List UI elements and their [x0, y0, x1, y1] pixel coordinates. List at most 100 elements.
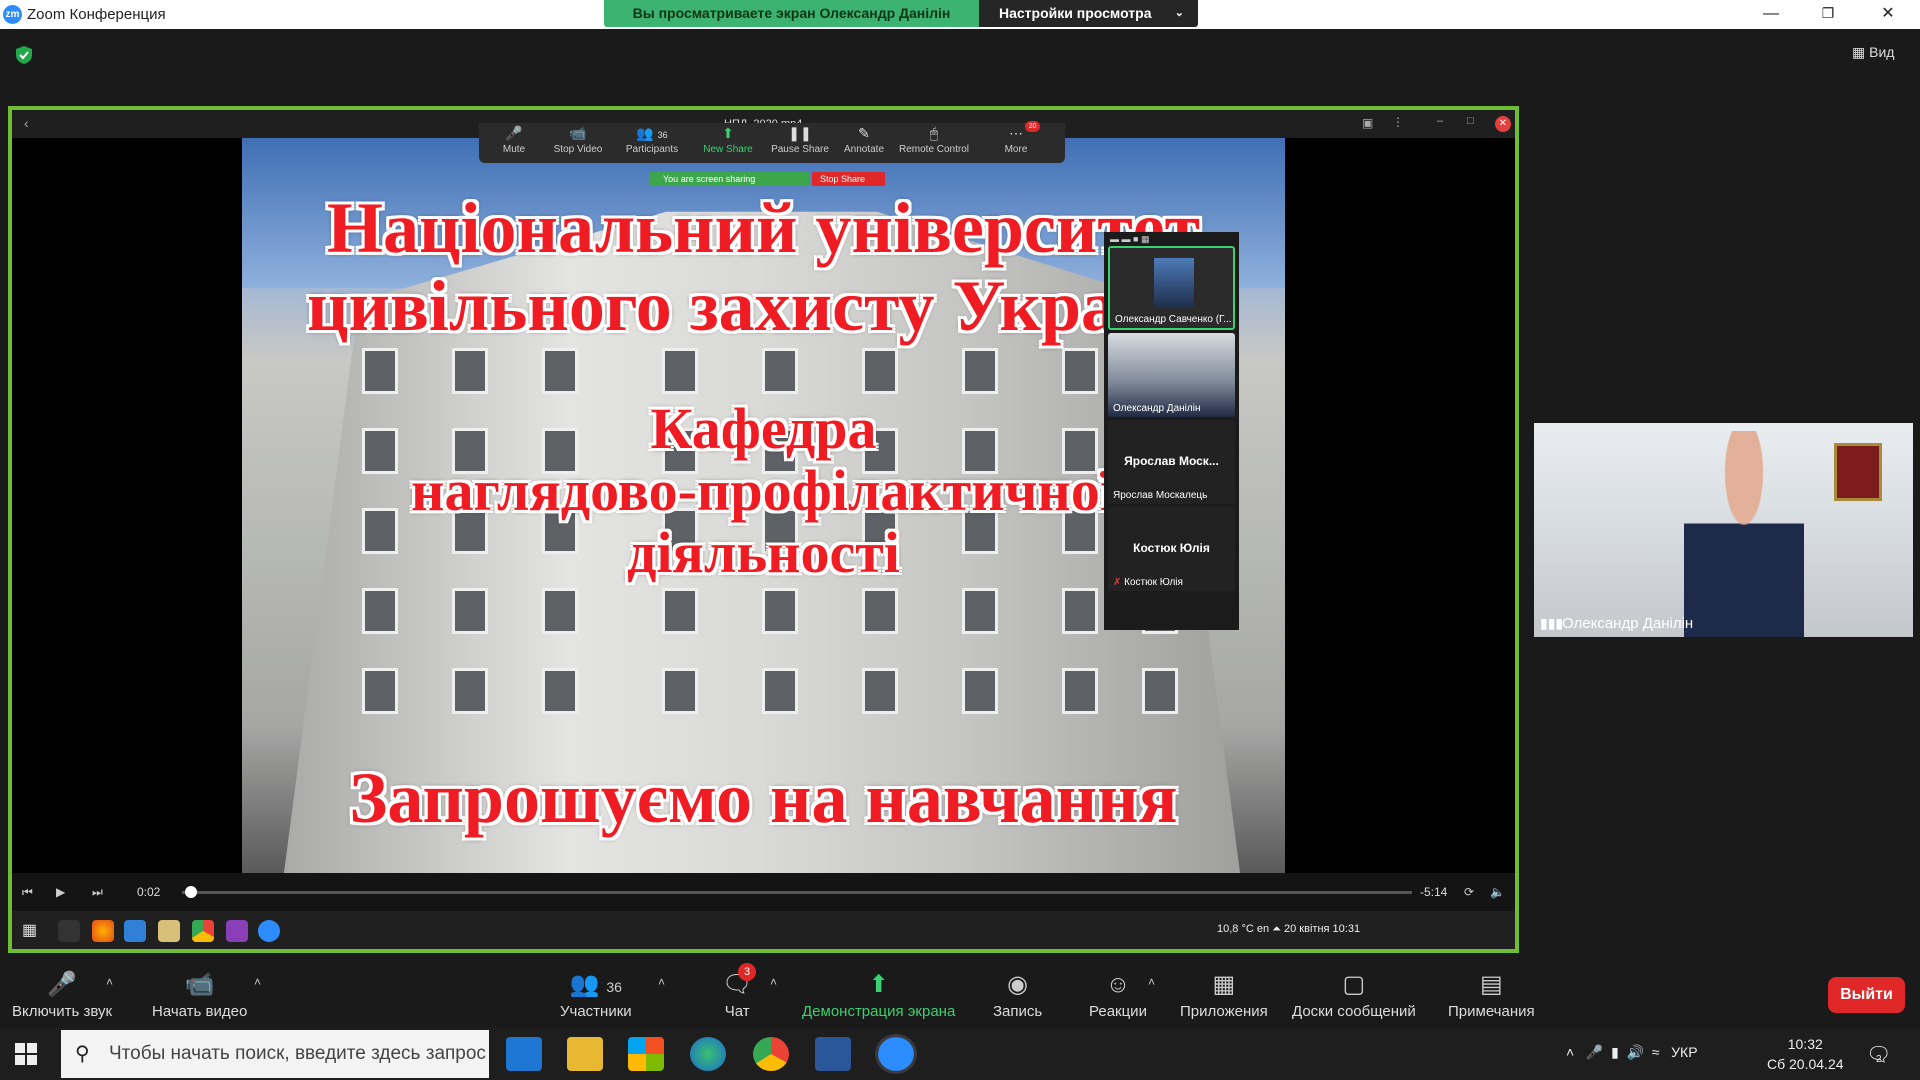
tb-pause-share-button[interactable]: ❚❚ Pause Share	[765, 123, 835, 155]
speaker-icon[interactable]: 🔊	[1627, 1044, 1644, 1060]
view-toggle-button[interactable]: ▦ Вид	[1852, 44, 1894, 61]
kebab-icon[interactable]: ⋮	[1392, 115, 1404, 129]
seek-knob[interactable]	[185, 886, 198, 898]
participants-icon: 👥 36	[636, 125, 668, 141]
self-video-tile[interactable]: ▮▮▮ Олександр Данілін	[1534, 423, 1913, 637]
participant-title: Костюк Юлія	[1133, 541, 1210, 555]
language-indicator[interactable]: УКР	[1671, 1044, 1697, 1060]
participant-tile[interactable]: Олександр Савченко (Г...	[1108, 246, 1235, 330]
participants-label: Участники	[560, 1003, 632, 1020]
building-window	[662, 588, 698, 634]
close-button[interactable]: ✕	[1865, 0, 1911, 29]
tb-participants-count: 36	[657, 130, 668, 140]
microphone-tray-icon[interactable]: 🎤	[1586, 1044, 1603, 1060]
building-window	[542, 668, 578, 714]
store-icon[interactable]	[628, 1037, 664, 1071]
screen-sharing-status: You are screen sharing	[649, 172, 809, 186]
popout-icon[interactable]: ▣	[1362, 116, 1373, 130]
view-options-button[interactable]: Настройки просмотра ⌄	[979, 0, 1198, 27]
record-button[interactable]: ◉ Запись	[993, 967, 1042, 1020]
folder-icon[interactable]	[158, 920, 180, 942]
notes-button[interactable]: ▤ Примечания	[1448, 967, 1535, 1020]
chat-chevron-icon[interactable]: ˄	[770, 975, 777, 989]
minimize-button[interactable]: —	[1748, 0, 1794, 29]
pen-icon: ✎	[858, 125, 870, 141]
task-view-icon[interactable]	[58, 920, 80, 942]
share-icon: ⬆	[722, 125, 734, 141]
reactions-chevron-icon[interactable]: ˄	[1148, 975, 1155, 989]
apps-button[interactable]: ▦ Приложения	[1180, 967, 1268, 1020]
leave-button[interactable]: Выйти	[1828, 977, 1905, 1013]
clock-date: Сб 20.04.24	[1767, 1056, 1844, 1072]
remote-restore-icon[interactable]: □	[1467, 115, 1474, 127]
tb-mute-button[interactable]: 🎤 Mute	[479, 123, 549, 155]
building-window	[862, 348, 898, 394]
skip-forward-icon[interactable]: ⏭	[92, 885, 103, 900]
share-screen-button[interactable]: ⬆ Демонстрация экрана	[802, 967, 955, 1020]
word-icon[interactable]	[815, 1037, 851, 1071]
video-player-icon[interactable]	[226, 920, 248, 942]
building-window	[362, 588, 398, 634]
volume-icon[interactable]: 🔈	[1490, 885, 1505, 899]
participant-tile[interactable]: Костюк Юлія ✗ Костюк Юлія	[1108, 507, 1235, 591]
building-window	[1062, 348, 1098, 394]
tb-remote-control-button[interactable]: 🖱 Remote Control	[894, 123, 974, 155]
tb-stop-video-button[interactable]: 📹 Stop Video	[543, 123, 613, 155]
whiteboard-icon: ▢	[1342, 971, 1366, 998]
participant-tile[interactable]: Ярослав Моск... Ярослав Москалець	[1108, 420, 1235, 504]
reactions-icon: ☺	[1105, 971, 1131, 998]
shield-icon[interactable]	[14, 45, 34, 65]
whiteboards-button[interactable]: ▢ Доски сообщений	[1292, 967, 1416, 1020]
reactions-button[interactable]: ☺ Реакции	[1089, 967, 1147, 1020]
tb-new-share-button[interactable]: ⬆ New Share	[693, 123, 763, 155]
building-window	[1142, 668, 1178, 714]
taskbar-clock[interactable]: 10:32 Сб 20.04.24	[1767, 1034, 1844, 1074]
unmute-label: Включить звук	[12, 1003, 113, 1020]
tb-participants-button[interactable]: 👥 36 Participants	[617, 123, 687, 155]
play-icon[interactable]: ▶	[56, 885, 65, 899]
participants-chevron-icon[interactable]: ˄	[658, 975, 665, 989]
taskbar-search[interactable]: ⚲ Чтобы начать поиск, введите здесь запро…	[61, 1030, 489, 1078]
back-icon[interactable]: ‹	[24, 115, 29, 131]
mail-app-icon[interactable]	[506, 1037, 542, 1071]
chrome-icon[interactable]	[192, 920, 214, 942]
firefox-icon[interactable]	[92, 920, 114, 942]
participants-count: 36	[606, 979, 622, 995]
video-chevron-icon[interactable]: ˄	[254, 975, 261, 989]
zoom-taskbar-icon[interactable]	[875, 1034, 917, 1074]
windows-start-icon[interactable]	[14, 1042, 38, 1066]
edge-icon[interactable]	[690, 1037, 726, 1071]
loop-icon[interactable]: ⟳	[1464, 885, 1474, 899]
tb-more-button[interactable]: ⋯ More 20	[981, 121, 1051, 155]
remote-minimize-icon[interactable]: –	[1437, 115, 1443, 127]
mail-icon[interactable]	[124, 920, 146, 942]
tray-chevron-icon[interactable]: ˄	[1566, 1044, 1574, 1060]
seek-bar[interactable]	[182, 891, 1412, 894]
chrome-taskbar-icon[interactable]	[753, 1037, 789, 1071]
windows-taskbar: ⚲ Чтобы начать поиск, введите здесь запро…	[0, 1028, 1920, 1080]
chat-button[interactable]: 🗨 Чат 3	[722, 963, 756, 1020]
skip-back-icon[interactable]: ⏮	[22, 885, 33, 900]
participant-name: Ярослав Москалець	[1113, 490, 1208, 501]
file-explorer-icon[interactable]	[567, 1037, 603, 1071]
unmute-button[interactable]: 🎤 Включить звук	[12, 967, 112, 1020]
camera-icon: 📹	[569, 125, 587, 141]
zoom-app-icon[interactable]	[258, 920, 280, 942]
audio-chevron-icon[interactable]: ˄	[106, 975, 113, 989]
stop-share-button[interactable]: Stop Share	[812, 172, 885, 186]
chat-label: Чат	[724, 1003, 750, 1020]
remote-close-icon[interactable]: ✕	[1495, 116, 1511, 132]
restore-button[interactable]: ❐	[1805, 0, 1851, 29]
building-window	[862, 668, 898, 714]
tb-annotate-button[interactable]: ✎ Annotate	[829, 123, 899, 155]
participant-tile[interactable]: Олександр Данілін	[1108, 333, 1235, 417]
whiteboards-label: Доски сообщений	[1292, 1003, 1416, 1020]
battery-icon[interactable]: ▮	[1611, 1044, 1619, 1060]
apps-grid-icon[interactable]: ▦	[22, 920, 37, 940]
building-window	[762, 588, 798, 634]
wifi-icon[interactable]: ≈	[1652, 1044, 1660, 1060]
muted-mic-icon: 🎤	[47, 971, 77, 998]
start-video-button[interactable]: 📹 Начать видео	[152, 967, 247, 1020]
panel-view-icons[interactable]: ▬ ▬ ■ ▦	[1110, 234, 1149, 245]
participants-button[interactable]: 👥 36 Участники	[560, 967, 632, 1020]
